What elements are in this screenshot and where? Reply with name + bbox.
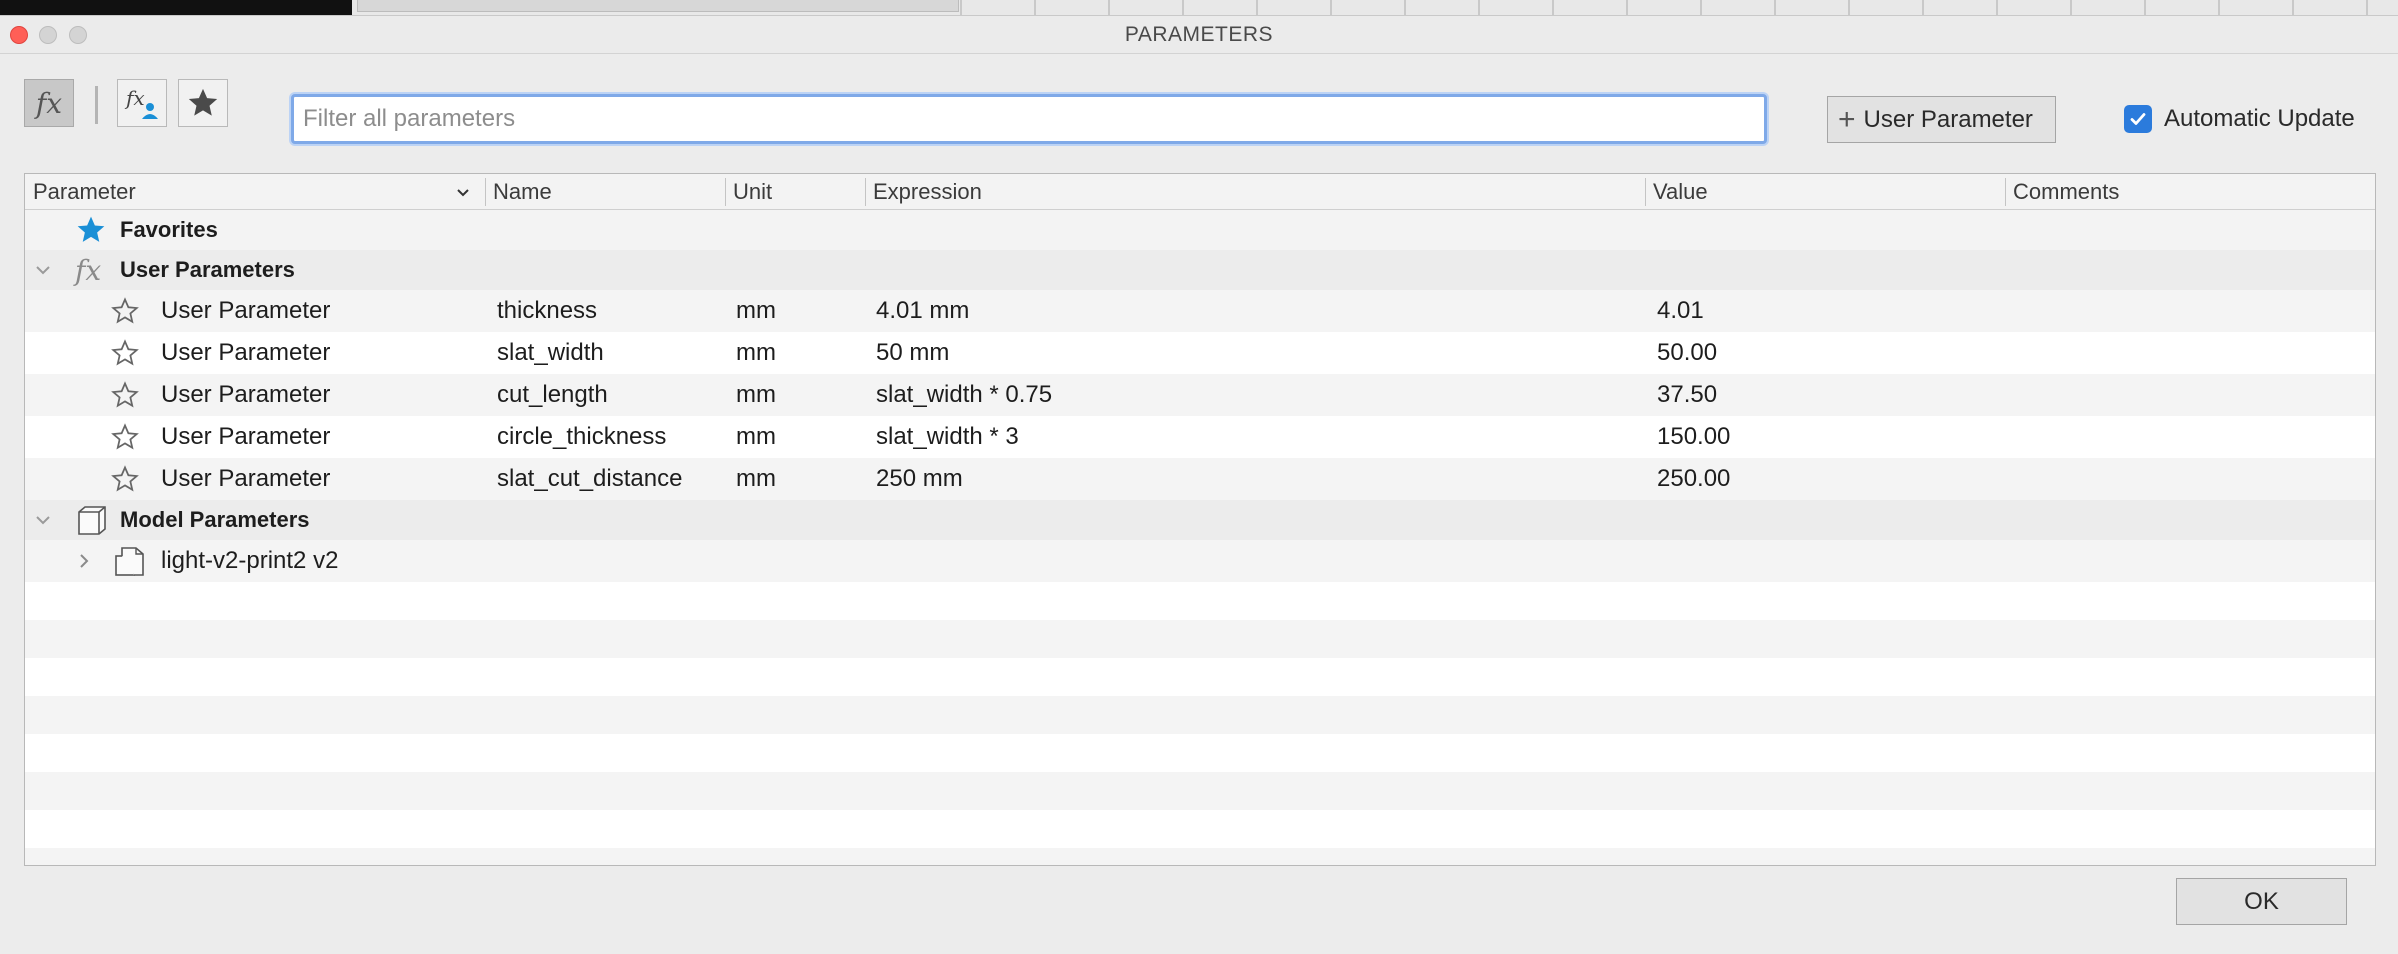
favorites-filter-button[interactable] bbox=[178, 79, 228, 127]
favorite-star-outline-icon[interactable] bbox=[110, 458, 140, 500]
group-label-model-parameters: Model Parameters bbox=[120, 507, 310, 532]
cell-unit[interactable]: mm bbox=[736, 458, 776, 500]
empty-row bbox=[25, 734, 2375, 772]
empty-row bbox=[25, 696, 2375, 734]
cell-expression[interactable]: slat_width * 3 bbox=[876, 416, 1019, 458]
table-row[interactable]: User Parameter slat_cut_distance mm 250 … bbox=[25, 458, 2375, 500]
column-header-comments[interactable]: Comments bbox=[2005, 174, 2375, 210]
group-row-model-parameters[interactable]: Model Parameters bbox=[25, 500, 2375, 540]
star-filled-icon bbox=[188, 88, 218, 116]
table-header: Parameter Name Unit Expression Value Com… bbox=[25, 174, 2375, 210]
automatic-update-label: Automatic Update bbox=[2164, 105, 2355, 132]
cell-unit[interactable]: mm bbox=[736, 416, 776, 458]
component-icon bbox=[113, 540, 147, 582]
cell-unit[interactable]: mm bbox=[736, 290, 776, 332]
column-header-name[interactable]: Name bbox=[485, 174, 725, 210]
table-row[interactable]: User Parameter circle_thickness mm slat_… bbox=[25, 416, 2375, 458]
empty-row bbox=[25, 772, 2375, 810]
empty-row bbox=[25, 582, 2375, 620]
svg-text:fx: fx bbox=[124, 86, 145, 110]
plus-icon: + bbox=[1838, 102, 1856, 136]
ok-button[interactable]: OK bbox=[2176, 878, 2347, 925]
cell-name[interactable]: slat_width bbox=[497, 332, 604, 374]
column-header-expression[interactable]: Expression bbox=[865, 174, 1645, 210]
cell-expression[interactable]: 50 mm bbox=[876, 332, 949, 374]
cell-unit[interactable]: mm bbox=[736, 374, 776, 416]
cell-expression[interactable]: 250 mm bbox=[876, 458, 963, 500]
table-row[interactable]: User Parameter slat_width mm 50 mm 50.00 bbox=[25, 332, 2375, 374]
favorite-star-outline-icon[interactable] bbox=[110, 416, 140, 458]
cell-parameter: User Parameter bbox=[161, 381, 331, 408]
automatic-update-toggle[interactable]: Automatic Update bbox=[2124, 105, 2355, 133]
column-header-value[interactable]: Value bbox=[1645, 174, 2005, 210]
cell-expression[interactable]: 4.01 mm bbox=[876, 290, 969, 332]
user-parameters-filter-button[interactable]: fx bbox=[117, 79, 167, 127]
background-ruler bbox=[960, 0, 2398, 15]
sort-chevron-icon[interactable] bbox=[456, 188, 470, 198]
favorite-star-outline-icon[interactable] bbox=[110, 290, 140, 332]
parameters-dialog: PARAMETERS fx fx + User Parameter Automa… bbox=[0, 15, 2398, 954]
add-user-parameter-label: User Parameter bbox=[1863, 105, 2033, 133]
chevron-right-icon[interactable] bbox=[75, 552, 93, 570]
column-header-parameter[interactable]: Parameter bbox=[25, 174, 485, 210]
background-tab bbox=[357, 0, 959, 12]
cell-expression[interactable]: slat_width * 0.75 bbox=[876, 374, 1052, 416]
filter-input[interactable] bbox=[294, 97, 1764, 141]
cell-name[interactable]: circle_thickness bbox=[497, 416, 666, 458]
filter-field[interactable] bbox=[291, 94, 1767, 144]
toolbar-divider bbox=[95, 86, 98, 124]
table-row[interactable]: User Parameter thickness mm 4.01 mm 4.01 bbox=[25, 290, 2375, 332]
title-bar: PARAMETERS bbox=[0, 16, 2398, 54]
cell-value: 250.00 bbox=[1657, 465, 1731, 492]
dialog-title: PARAMETERS bbox=[1124, 23, 1274, 46]
cell-name[interactable]: thickness bbox=[497, 290, 597, 332]
cell-value: 150.00 bbox=[1657, 423, 1731, 450]
checkmark-icon bbox=[2130, 113, 2146, 125]
cell-unit[interactable]: mm bbox=[736, 332, 776, 374]
cell-parameter: User Parameter bbox=[161, 423, 331, 450]
add-user-parameter-button[interactable]: + User Parameter bbox=[1827, 96, 2056, 143]
cell-name[interactable]: cut_length bbox=[497, 374, 608, 416]
cell-value: 4.01 bbox=[1657, 297, 1704, 324]
group-label-favorites: Favorites bbox=[120, 217, 218, 242]
table-row[interactable]: User Parameter cut_length mm slat_width … bbox=[25, 374, 2375, 416]
empty-row bbox=[25, 620, 2375, 658]
automatic-update-checkbox[interactable] bbox=[2124, 105, 2152, 133]
group-row-favorites[interactable]: Favorites bbox=[25, 210, 2375, 250]
empty-row bbox=[25, 810, 2375, 848]
cell-parameter: User Parameter bbox=[161, 297, 331, 324]
cell-value: 50.00 bbox=[1657, 339, 1718, 366]
background-app-strip bbox=[0, 0, 2398, 15]
empty-row bbox=[25, 658, 2375, 696]
favorite-star-outline-icon[interactable] bbox=[110, 332, 140, 374]
show-all-parameters-button[interactable]: fx bbox=[24, 79, 74, 127]
cell-name[interactable]: slat_cut_distance bbox=[497, 458, 682, 500]
empty-row bbox=[25, 848, 2375, 865]
function-icon: fx bbox=[35, 86, 63, 120]
chevron-down-icon[interactable] bbox=[33, 510, 53, 530]
favorite-star-outline-icon[interactable] bbox=[110, 374, 140, 416]
group-label-user-parameters: User Parameters bbox=[120, 257, 295, 282]
component-label: light-v2-print2 v2 bbox=[161, 547, 339, 574]
background-dark-panel bbox=[0, 0, 352, 15]
cell-value: 37.50 bbox=[1657, 381, 1718, 408]
cell-parameter: User Parameter bbox=[161, 339, 331, 366]
function-icon: fx bbox=[75, 253, 102, 287]
function-user-icon: fx bbox=[124, 86, 158, 119]
model-component-row[interactable]: light-v2-print2 v2 bbox=[25, 540, 2375, 582]
model-cube-icon bbox=[75, 500, 109, 540]
group-row-user-parameters[interactable]: fx User Parameters bbox=[25, 250, 2375, 290]
chevron-down-icon[interactable] bbox=[33, 260, 53, 280]
column-header-unit[interactable]: Unit bbox=[725, 174, 865, 210]
parameters-table: Parameter Name Unit Expression Value Com… bbox=[24, 173, 2376, 866]
favorites-star-icon bbox=[75, 210, 107, 250]
cell-parameter: User Parameter bbox=[161, 465, 331, 492]
